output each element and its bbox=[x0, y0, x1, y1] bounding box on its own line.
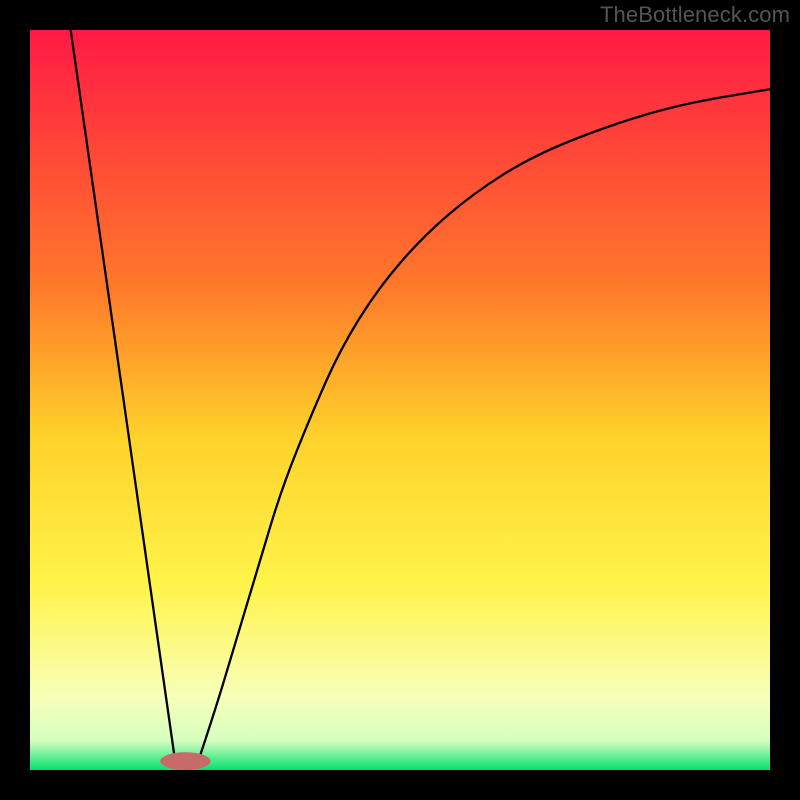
bottleneck-chart: TheBottleneck.com bbox=[0, 0, 800, 800]
watermark-text: TheBottleneck.com bbox=[600, 2, 790, 28]
plot-svg bbox=[30, 30, 770, 770]
gradient-background bbox=[30, 30, 770, 770]
plot-area bbox=[30, 30, 770, 770]
valley-marker bbox=[160, 752, 210, 770]
